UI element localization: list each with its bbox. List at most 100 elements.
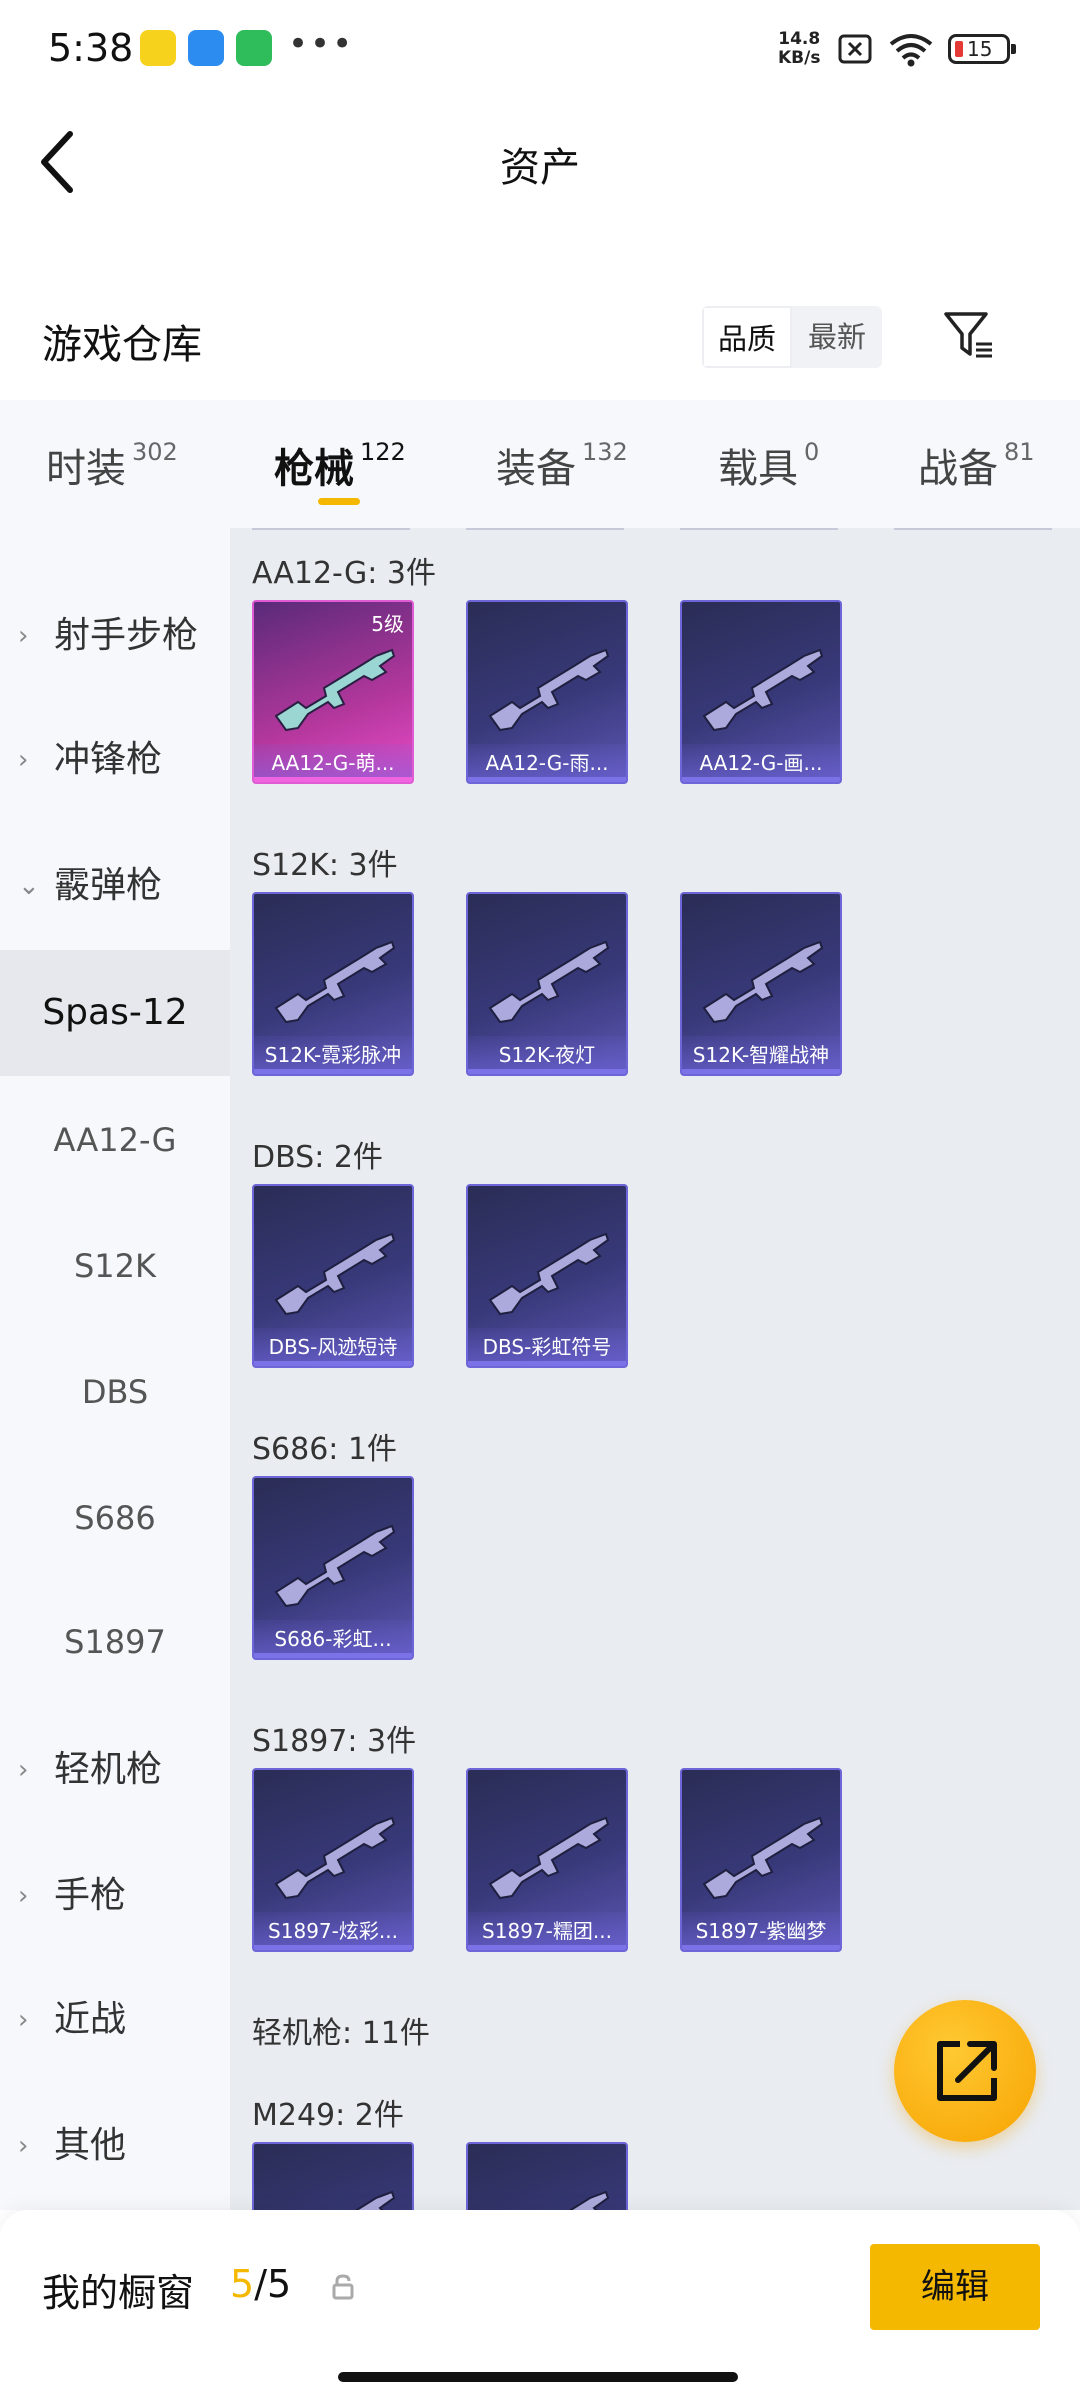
gun-icon bbox=[488, 648, 610, 732]
page-title: 资产 bbox=[500, 145, 580, 191]
rarity-bar bbox=[254, 777, 412, 782]
item-card[interactable]: S686-彩虹... bbox=[252, 1476, 414, 1660]
card-edge bbox=[894, 528, 1052, 530]
security-notification-icon bbox=[236, 30, 272, 66]
group-label: S686: 1件 bbox=[252, 1432, 398, 1467]
tab-count: 0 bbox=[804, 438, 820, 466]
sidebar-subitem-aa12-g[interactable]: AA12-G bbox=[0, 1090, 230, 1190]
sidebar-subitem-dbs[interactable]: DBS bbox=[0, 1342, 230, 1442]
wifi-icon bbox=[889, 34, 933, 67]
tab-vehicles[interactable]: 载具 0 bbox=[718, 436, 819, 494]
sidebar-subitem-s12k[interactable]: S12K bbox=[0, 1216, 230, 1316]
group-label: S12K: 3件 bbox=[252, 848, 398, 883]
gun-icon bbox=[702, 648, 824, 732]
tab-label: 装备 bbox=[496, 446, 576, 492]
tab-count: 122 bbox=[360, 438, 406, 466]
network-speed-unit: KB/s bbox=[778, 48, 821, 68]
rarity-bar bbox=[468, 1945, 626, 1950]
tab-fashion[interactable]: 时装 302 bbox=[46, 436, 178, 494]
item-card[interactable]: S1897-炫彩... bbox=[252, 1768, 414, 1952]
gun-icon bbox=[702, 940, 824, 1024]
gun-icon bbox=[568, 2190, 610, 2210]
item-card[interactable]: M249-天禹... bbox=[252, 2142, 414, 2210]
sidebar-item-marksman-rifle[interactable]: › 射手步枪 bbox=[0, 586, 230, 686]
chevron-right-icon: › bbox=[18, 745, 29, 775]
item-card[interactable]: S12K-智耀战神 bbox=[680, 892, 842, 1076]
gun-icon bbox=[488, 1816, 610, 1900]
external-link-icon bbox=[937, 2041, 997, 2101]
home-indicator[interactable] bbox=[338, 2372, 738, 2382]
item-card[interactable]: S1897-紫幽梦 bbox=[680, 1768, 842, 1952]
status-time: 5:38 bbox=[48, 26, 134, 70]
sidebar-item-label: 冲锋枪 bbox=[54, 739, 163, 780]
card-edge bbox=[466, 528, 624, 530]
network-speed-value: 14.8 bbox=[778, 29, 821, 49]
tab-label: 载具 bbox=[718, 446, 798, 492]
lock-icon bbox=[332, 2274, 354, 2300]
showcase-count: 5/5 bbox=[230, 2262, 291, 2306]
sidebar-item-smg[interactable]: › 冲锋枪 bbox=[0, 710, 230, 810]
sidebar-item-label: 其他 bbox=[54, 2125, 127, 2166]
sidebar-item-pistol[interactable]: › 手枪 bbox=[0, 1846, 230, 1946]
tab-guns[interactable]: 枪械 122 bbox=[274, 436, 406, 494]
item-card[interactable]: DBS-风迹短诗 bbox=[252, 1184, 414, 1368]
item-card[interactable]: S12K-夜灯 bbox=[466, 892, 628, 1076]
sort-quality-option[interactable]: 品质 bbox=[702, 306, 792, 368]
group-label: S1897: 3件 bbox=[252, 1724, 417, 1759]
item-card[interactable]: AA12-G-雨... bbox=[466, 600, 628, 784]
app-notification-icon bbox=[140, 30, 176, 66]
edit-button[interactable]: 编辑 bbox=[870, 2244, 1040, 2330]
tab-count: 132 bbox=[582, 438, 628, 466]
chevron-right-icon: › bbox=[18, 621, 29, 651]
category-sidebar: › 射手步枪 › 冲锋枪 ⌄ 霰弹枪 Spas-12 AA12-G S12K DBS … bbox=[0, 528, 230, 2210]
group-label: DBS: 2件 bbox=[252, 1140, 383, 1175]
warehouse-title: 游戏仓库 bbox=[42, 322, 202, 368]
chevron-right-icon: › bbox=[18, 1755, 29, 1785]
back-button[interactable] bbox=[30, 122, 100, 202]
group-label: AA12-G: 3件 bbox=[252, 556, 436, 591]
sort-newest-option[interactable]: 最新 bbox=[792, 306, 882, 368]
item-card[interactable]: S12K-霓彩脉冲 bbox=[252, 892, 414, 1076]
item-card[interactable]: M249-糯团... bbox=[466, 2142, 628, 2210]
active-tab-indicator bbox=[318, 498, 360, 505]
rarity-bar bbox=[682, 1945, 840, 1950]
browser-notification-icon bbox=[188, 30, 224, 66]
gun-icon bbox=[274, 1232, 396, 1316]
tab-supplies[interactable]: 战备 81 bbox=[918, 436, 1035, 494]
tab-count: 81 bbox=[1004, 438, 1035, 466]
filter-icon bbox=[944, 312, 992, 358]
network-speed: 14.8 KB/s bbox=[778, 30, 820, 68]
gun-icon bbox=[274, 648, 396, 732]
sidebar-subitem-spas-12[interactable]: Spas-12 bbox=[0, 950, 230, 1076]
sidebar-item-melee[interactable]: › 近战 bbox=[0, 1970, 230, 2070]
sidebar-item-lmg[interactable]: › 轻机枪 bbox=[0, 1720, 230, 1820]
sidebar-subitem-s1897[interactable]: S1897 bbox=[0, 1592, 230, 1692]
chevron-right-icon: › bbox=[18, 2005, 29, 2035]
sidebar-subitem-s686[interactable]: S686 bbox=[0, 1468, 230, 1568]
tab-equipment[interactable]: 装备 132 bbox=[496, 436, 628, 494]
gun-icon bbox=[488, 1232, 610, 1316]
item-card[interactable]: AA12-G-画... bbox=[680, 600, 842, 784]
gun-icon bbox=[702, 1816, 824, 1900]
item-card[interactable]: S1897-糯团... bbox=[466, 1768, 628, 1952]
sidebar-item-label: 射手步枪 bbox=[54, 615, 199, 656]
item-card[interactable]: 5级 AA12-G-萌... bbox=[252, 600, 414, 784]
rarity-bar bbox=[254, 1653, 412, 1658]
chevron-right-icon: › bbox=[18, 2131, 29, 2161]
tab-label: 战备 bbox=[918, 446, 998, 492]
sidebar-item-other[interactable]: › 其他 bbox=[0, 2096, 230, 2196]
no-sim-icon bbox=[838, 34, 872, 64]
category-tabs: 时装 302 枪械 122 装备 132 载具 0 战备 81 bbox=[0, 400, 1080, 528]
showcase-total: /5 bbox=[254, 2262, 292, 2306]
battery-indicator: 15 bbox=[948, 34, 1016, 64]
sort-toggle: 品质 最新 bbox=[702, 306, 882, 368]
group-label: M249: 2件 bbox=[252, 2098, 404, 2133]
sidebar-item-shotgun[interactable]: ⌄ 霰弹枪 bbox=[0, 836, 230, 936]
rarity-bar bbox=[468, 1361, 626, 1366]
filter-button[interactable] bbox=[940, 306, 1000, 366]
item-card[interactable]: DBS-彩虹符号 bbox=[466, 1184, 628, 1368]
chevron-left-icon bbox=[41, 131, 73, 193]
rarity-bar bbox=[682, 777, 840, 782]
share-button[interactable] bbox=[894, 2000, 1036, 2142]
sidebar-item-label: 轻机枪 bbox=[54, 1749, 163, 1790]
